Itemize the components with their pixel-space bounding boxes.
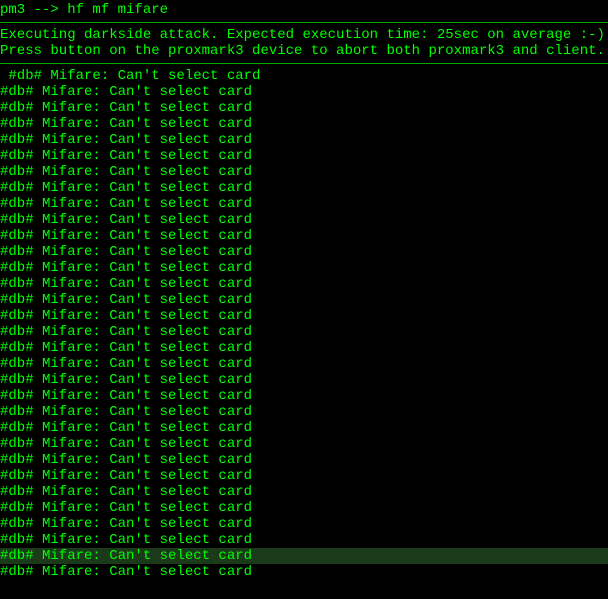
error-line: #db# Mifare: Can't select card — [0, 100, 608, 116]
error-output-block: #db# Mifare: Can't select card#db# Mifar… — [0, 68, 608, 580]
error-line: #db# Mifare: Can't select card — [0, 324, 608, 340]
prompt: pm3 --> — [0, 2, 67, 18]
error-line: #db# Mifare: Can't select card — [0, 564, 608, 580]
error-line: #db# Mifare: Can't select card — [0, 68, 608, 84]
error-line: #db# Mifare: Can't select card — [0, 468, 608, 484]
status-message-1: Executing darkside attack. Expected exec… — [0, 27, 608, 43]
error-line: #db# Mifare: Can't select card — [0, 340, 608, 356]
error-line: #db# Mifare: Can't select card — [0, 244, 608, 260]
error-line: #db# Mifare: Can't select card — [0, 164, 608, 180]
status-message-2: Press button on the proxmark3 device to … — [0, 43, 608, 59]
error-line: #db# Mifare: Can't select card — [0, 500, 608, 516]
error-line: #db# Mifare: Can't select card — [0, 116, 608, 132]
command-text: hf mf mifare — [67, 2, 168, 18]
error-line: #db# Mifare: Can't select card — [0, 84, 608, 100]
error-line: #db# Mifare: Can't select card — [0, 276, 608, 292]
error-line: #db# Mifare: Can't select card — [0, 292, 608, 308]
separator-line — [0, 22, 608, 23]
error-line: #db# Mifare: Can't select card — [0, 212, 608, 228]
error-line: #db# Mifare: Can't select card — [0, 404, 608, 420]
error-line: #db# Mifare: Can't select card — [0, 132, 608, 148]
error-line: #db# Mifare: Can't select card — [0, 548, 608, 564]
error-line: #db# Mifare: Can't select card — [0, 420, 608, 436]
error-line: #db# Mifare: Can't select card — [0, 308, 608, 324]
error-line: #db# Mifare: Can't select card — [0, 516, 608, 532]
terminal-output: pm3 --> hf mf mifare Executing darkside … — [0, 0, 608, 599]
command-prompt-line: pm3 --> hf mf mifare — [0, 2, 608, 18]
error-line: #db# Mifare: Can't select card — [0, 484, 608, 500]
error-line: #db# Mifare: Can't select card — [0, 356, 608, 372]
error-line: #db# Mifare: Can't select card — [0, 436, 608, 452]
error-line: #db# Mifare: Can't select card — [0, 388, 608, 404]
error-line: #db# Mifare: Can't select card — [0, 372, 608, 388]
separator-line-2 — [0, 63, 608, 64]
error-line: #db# Mifare: Can't select card — [0, 452, 608, 468]
error-line: #db# Mifare: Can't select card — [0, 532, 608, 548]
error-line: #db# Mifare: Can't select card — [0, 148, 608, 164]
error-line: #db# Mifare: Can't select card — [0, 180, 608, 196]
error-line: #db# Mifare: Can't select card — [0, 196, 608, 212]
error-line: #db# Mifare: Can't select card — [0, 260, 608, 276]
error-line: #db# Mifare: Can't select card — [0, 228, 608, 244]
